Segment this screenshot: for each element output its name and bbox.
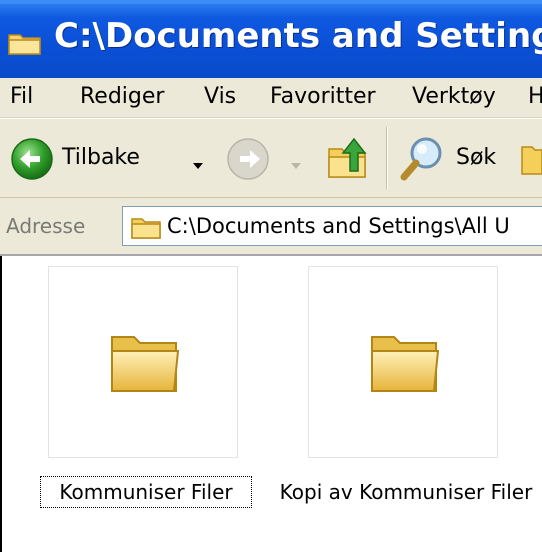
menu-favorites[interactable]: Favoritter (270, 84, 376, 109)
folder-icon (371, 336, 440, 392)
back-arrow-icon (11, 138, 53, 180)
explorer-window: C:\Documents and Settings\ Fil Rediger V… (0, 0, 542, 552)
up-folder-button[interactable] (326, 135, 370, 185)
list-item[interactable]: Kopi av Kommuniser Filer (280, 266, 532, 546)
up-folder-icon (328, 137, 367, 178)
back-dropdown-icon[interactable] (192, 155, 204, 174)
forward-dropdown-icon[interactable] (290, 155, 302, 174)
back-button[interactable] (10, 137, 54, 185)
menu-file[interactable]: Fil (10, 84, 33, 109)
forward-button[interactable] (226, 137, 270, 185)
file-name[interactable]: Kommuniser Filer (40, 476, 252, 508)
search-label[interactable]: Søk (456, 145, 496, 170)
address-value: C:\Documents and Settings\All U (167, 214, 510, 238)
back-label[interactable]: Tilbake (62, 145, 140, 170)
window-title: C:\Documents and Settings\ (54, 16, 542, 56)
menu-view[interactable]: Vis (204, 84, 236, 109)
file-list: Kommuniser Filer Kopi av Kommuniser File… (0, 256, 542, 552)
toolbar: Tilbake Søk (0, 118, 542, 198)
thumbnail[interactable] (308, 266, 498, 458)
address-folder-icon (131, 215, 161, 239)
menu-bar: Fil Rediger Vis Favoritter Verktøy H (0, 78, 542, 118)
search-icon (400, 137, 442, 181)
address-label: Adresse (6, 214, 86, 238)
folder-icon (111, 336, 180, 392)
address-bar: Adresse C:\Documents and Settings\All U (0, 198, 542, 256)
address-input[interactable]: C:\Documents and Settings\All U (122, 206, 542, 246)
forward-arrow-icon (227, 138, 269, 180)
title-bar[interactable]: C:\Documents and Settings\ (0, 0, 542, 78)
folder-icon (8, 30, 42, 56)
menu-edit[interactable]: Rediger (80, 84, 164, 109)
folders-icon[interactable] (520, 141, 542, 181)
thumbnail[interactable] (48, 266, 238, 458)
menu-help[interactable]: H (528, 84, 542, 109)
toolbar-separator (386, 127, 388, 189)
search-button[interactable] (398, 135, 446, 187)
file-name[interactable]: Kopi av Kommuniser Filer (276, 478, 536, 506)
menu-tools[interactable]: Verktøy (412, 84, 496, 109)
list-item[interactable]: Kommuniser Filer (40, 266, 252, 516)
